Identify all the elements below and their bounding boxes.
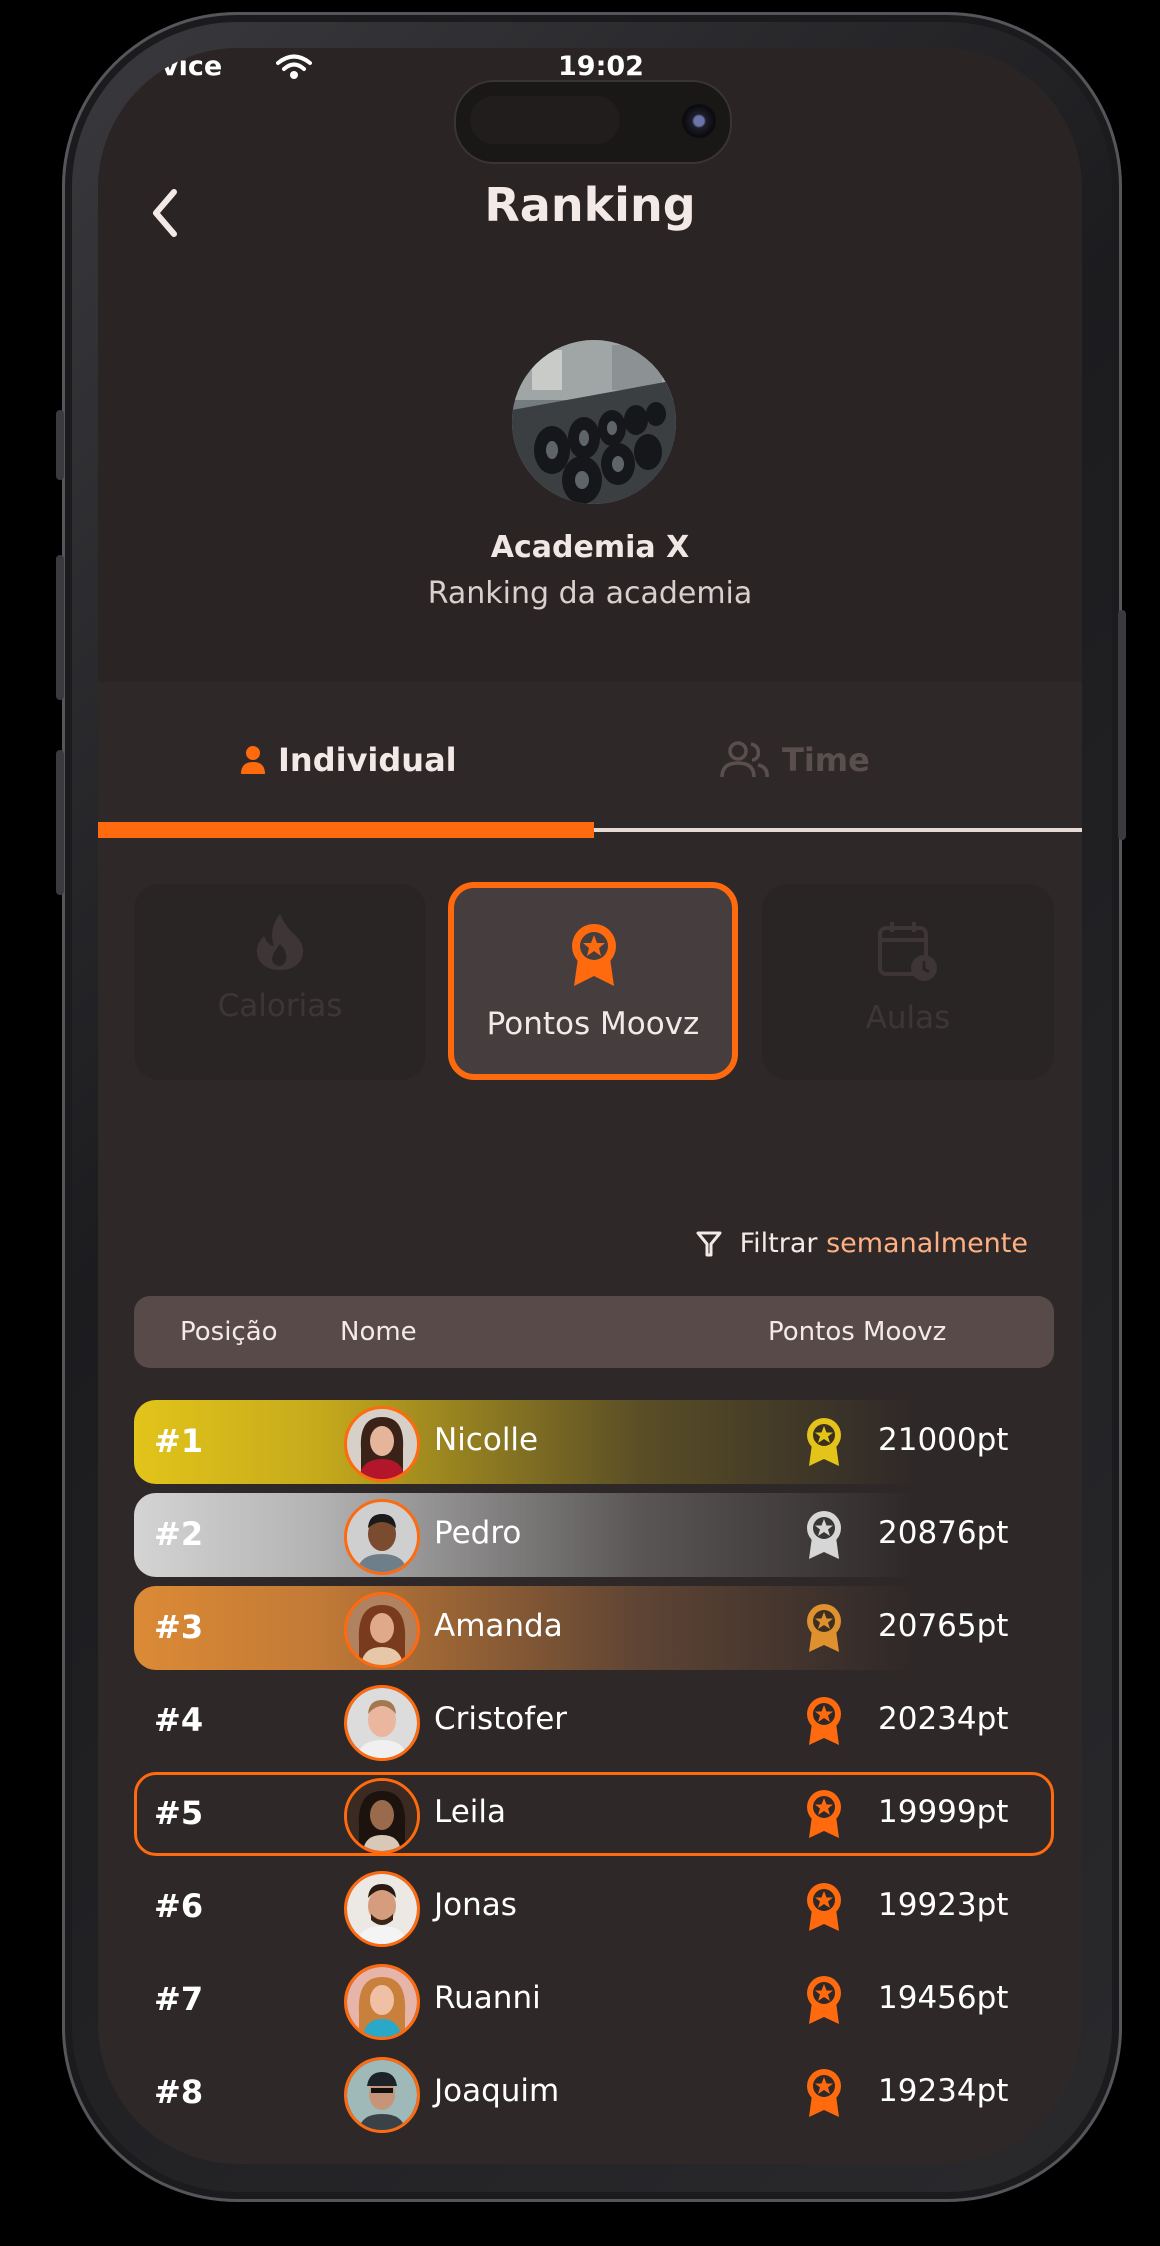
carrier-label: Service	[110, 51, 223, 82]
medal-icon	[807, 1883, 841, 1931]
table-row[interactable]: #3 Amanda 20765pt	[134, 1586, 1054, 1670]
gym-avatar	[512, 340, 676, 504]
tab-individual[interactable]: Individual	[240, 730, 457, 790]
avatar	[344, 1685, 420, 1761]
table-row[interactable]: #8 Joaquim 19234pt	[134, 2051, 1054, 2135]
dynamic-island	[454, 80, 732, 164]
person-icon	[241, 746, 265, 774]
active-tab-indicator	[98, 822, 594, 838]
volume-down-button	[56, 750, 64, 895]
avatar	[344, 1778, 420, 1854]
flame-icon	[256, 914, 304, 970]
row-position: #6	[154, 1887, 204, 1925]
row-points: 19234pt	[878, 2073, 1009, 2109]
team-icon	[720, 741, 769, 778]
category-pontos-moovz[interactable]: Pontos Moovz	[448, 882, 738, 1080]
island-sensor	[470, 96, 620, 144]
row-name: Cristofer	[434, 1701, 568, 1737]
tab-time[interactable]: Time	[718, 730, 870, 790]
ranking-tabs: Individual Time	[98, 682, 1082, 842]
row-points: 19923pt	[878, 1887, 1009, 1923]
wifi-icon	[276, 54, 312, 79]
filter-prefix: Filtrar	[739, 1228, 818, 1259]
table-row-current-user[interactable]: #5 Leila 19999pt	[134, 1772, 1054, 1856]
volume-up-button	[56, 555, 64, 700]
row-name: Joaquim	[434, 2073, 560, 2109]
row-position: #3	[154, 1608, 204, 1646]
row-name: Leila	[434, 1794, 507, 1830]
camera-icon	[682, 104, 716, 138]
category-calorias-label: Calorias	[217, 988, 343, 1024]
row-position: #8	[154, 2073, 204, 2111]
row-points: 19456pt	[878, 1980, 1009, 2016]
table-row[interactable]: #2 Pedro 20876pt	[134, 1493, 1054, 1577]
row-points: 21000pt	[878, 1422, 1009, 1458]
table-row[interactable]: #7 Ruanni 19456pt	[134, 1958, 1054, 2042]
medal-icon	[572, 924, 616, 986]
avatar	[344, 2057, 420, 2133]
table-row[interactable]: #6 Jonas 19923pt	[134, 1865, 1054, 1949]
row-position: #7	[154, 1980, 204, 2018]
table-header: Posição Nome Pontos Moovz	[134, 1296, 1054, 1368]
category-aulas-label: Aulas	[865, 1000, 951, 1036]
row-position: #1	[154, 1422, 204, 1460]
medal-icon	[807, 1790, 841, 1838]
category-calorias[interactable]: Calorias	[134, 884, 426, 1080]
medal-icon	[807, 2069, 841, 2117]
header-name: Nome	[340, 1317, 417, 1347]
row-name: Amanda	[434, 1608, 563, 1644]
medal-icon	[807, 1697, 841, 1745]
avatar-image	[347, 1874, 417, 1944]
avatar-image	[347, 1595, 417, 1665]
avatar-image	[347, 1967, 417, 2037]
tab-divider	[594, 828, 1082, 832]
row-name: Ruanni	[434, 1980, 541, 2016]
medal-icon	[807, 1604, 841, 1652]
mute-switch	[56, 410, 64, 480]
status-time: 19:02	[558, 51, 644, 82]
row-points: 20234pt	[878, 1701, 1009, 1737]
avatar	[344, 1871, 420, 1947]
row-name: Jonas	[434, 1887, 517, 1923]
medal-icon	[807, 1418, 841, 1466]
avatar-image	[347, 2060, 417, 2130]
tab-time-label: Time	[782, 741, 870, 779]
row-position: #4	[154, 1701, 204, 1739]
medal-icon	[807, 1976, 841, 2024]
row-position: #2	[154, 1515, 204, 1553]
filter-icon	[696, 1231, 722, 1256]
row-points: 20876pt	[878, 1515, 1009, 1551]
table-row[interactable]: #1 Nicolle 21000pt	[134, 1400, 1054, 1484]
row-name: Nicolle	[434, 1422, 539, 1458]
filter-button[interactable]: Filtrar semanalmente	[696, 1228, 1028, 1259]
row-points: 19999pt	[878, 1794, 1009, 1830]
row-name: Pedro	[434, 1515, 522, 1551]
avatar-image	[347, 1688, 417, 1758]
filter-value: semanalmente	[826, 1228, 1028, 1259]
app-screen: Service 19:02 Ranking Academia X Ranking…	[98, 48, 1082, 2164]
avatar	[344, 1499, 420, 1575]
row-position: #5	[154, 1794, 204, 1832]
header-points: Pontos Moovz	[768, 1317, 947, 1347]
page-title: Ranking	[484, 178, 696, 232]
avatar-image	[347, 1409, 417, 1479]
tab-individual-label: Individual	[278, 741, 457, 779]
row-points: 20765pt	[878, 1608, 1009, 1644]
avatar	[344, 1406, 420, 1482]
power-button	[1118, 610, 1126, 840]
calendar-clock-icon	[878, 922, 937, 981]
gym-name: Academia X	[490, 530, 690, 565]
avatar	[344, 1592, 420, 1668]
avatar-image	[347, 1781, 417, 1851]
medal-icon	[807, 1511, 841, 1559]
category-aulas[interactable]: Aulas	[762, 884, 1054, 1080]
gym-subtitle: Ranking da academia	[427, 576, 753, 611]
avatar-image	[347, 1502, 417, 1572]
header-position: Posição	[180, 1317, 278, 1347]
avatar	[344, 1964, 420, 2040]
category-pontos-moovz-label: Pontos Moovz	[486, 1006, 700, 1042]
table-row[interactable]: #4 Cristofer 20234pt	[134, 1679, 1054, 1763]
dumbbell-rack-image	[512, 340, 676, 504]
